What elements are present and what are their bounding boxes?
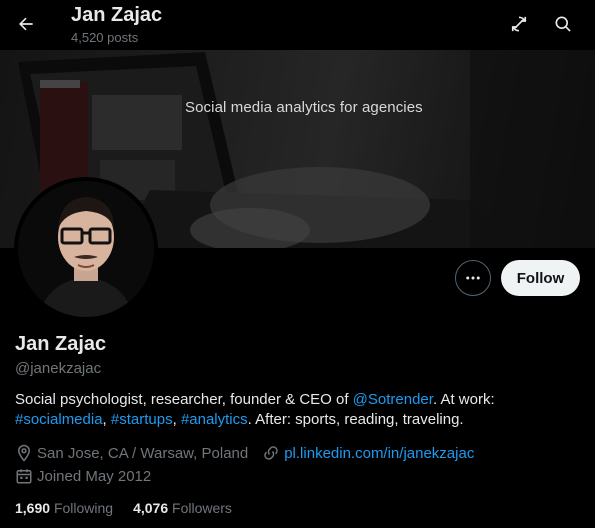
- search-button[interactable]: [545, 6, 581, 42]
- arrow-left-icon: [19, 17, 33, 31]
- calendar-icon: [16, 469, 32, 484]
- followers-link[interactable]: 4,076 Followers: [133, 500, 232, 516]
- bio-text: Social psychologist, researcher, founder…: [15, 391, 353, 408]
- profile-handle: @janekzajac: [15, 360, 102, 377]
- back-button[interactable]: [8, 6, 44, 42]
- banner-tagline: Social media analytics for agencies: [185, 99, 423, 116]
- hashtag-link[interactable]: #analytics: [181, 411, 248, 428]
- bio-separator: ,: [172, 411, 181, 428]
- refresh-button[interactable]: [501, 6, 537, 42]
- profile-display-name: Jan Zajac: [15, 333, 107, 355]
- location-pin-icon: [17, 444, 31, 462]
- followers-count: 4,076: [133, 500, 169, 516]
- header-title: Jan Zajac: [71, 4, 163, 26]
- bio-separator: ,: [102, 411, 111, 428]
- link-icon: [264, 446, 278, 460]
- profile-meta-row: San Jose, CA / Warsaw, Poland pl.linkedi…: [15, 444, 488, 462]
- avatar[interactable]: [14, 177, 158, 321]
- follow-stats: 1,690 Following 4,076 Followers: [15, 500, 252, 516]
- profile-bio: Social psychologist, researcher, founder…: [15, 390, 585, 430]
- post-count: 4,520 posts: [71, 30, 139, 45]
- profile-photo: [18, 181, 154, 317]
- joined-row: Joined May 2012: [15, 467, 151, 485]
- more-options-button[interactable]: [455, 260, 491, 296]
- header-title-group: Jan Zajac 4,520 posts: [71, 3, 162, 47]
- following-link[interactable]: 1,690 Following: [15, 500, 113, 516]
- follow-button[interactable]: Follow: [501, 260, 580, 296]
- top-bar: Jan Zajac 4,520 posts: [0, 0, 595, 50]
- bio-text: . After: sports, reading, traveling.: [247, 411, 464, 428]
- joined-date: Joined May 2012: [37, 467, 152, 485]
- website-item: pl.linkedin.com/in/janekzajac: [262, 444, 474, 462]
- following-count: 1,690: [15, 500, 51, 516]
- location-text: San Jose, CA / Warsaw, Poland: [37, 444, 249, 462]
- hashtag-link[interactable]: #startups: [111, 411, 173, 428]
- bio-mention-link[interactable]: @Sotrender: [353, 391, 433, 408]
- reload-icon: [511, 16, 527, 32]
- location-item: San Jose, CA / Warsaw, Poland: [15, 444, 248, 462]
- website-link[interactable]: pl.linkedin.com/in/janekzajac: [284, 445, 474, 462]
- hashtag-link[interactable]: #socialmedia: [15, 411, 103, 428]
- bio-text: . At work:: [432, 391, 495, 408]
- following-label: Following: [53, 500, 114, 516]
- followers-label: Followers: [172, 500, 232, 516]
- search-icon: [555, 16, 571, 32]
- more-icon: [466, 276, 480, 280]
